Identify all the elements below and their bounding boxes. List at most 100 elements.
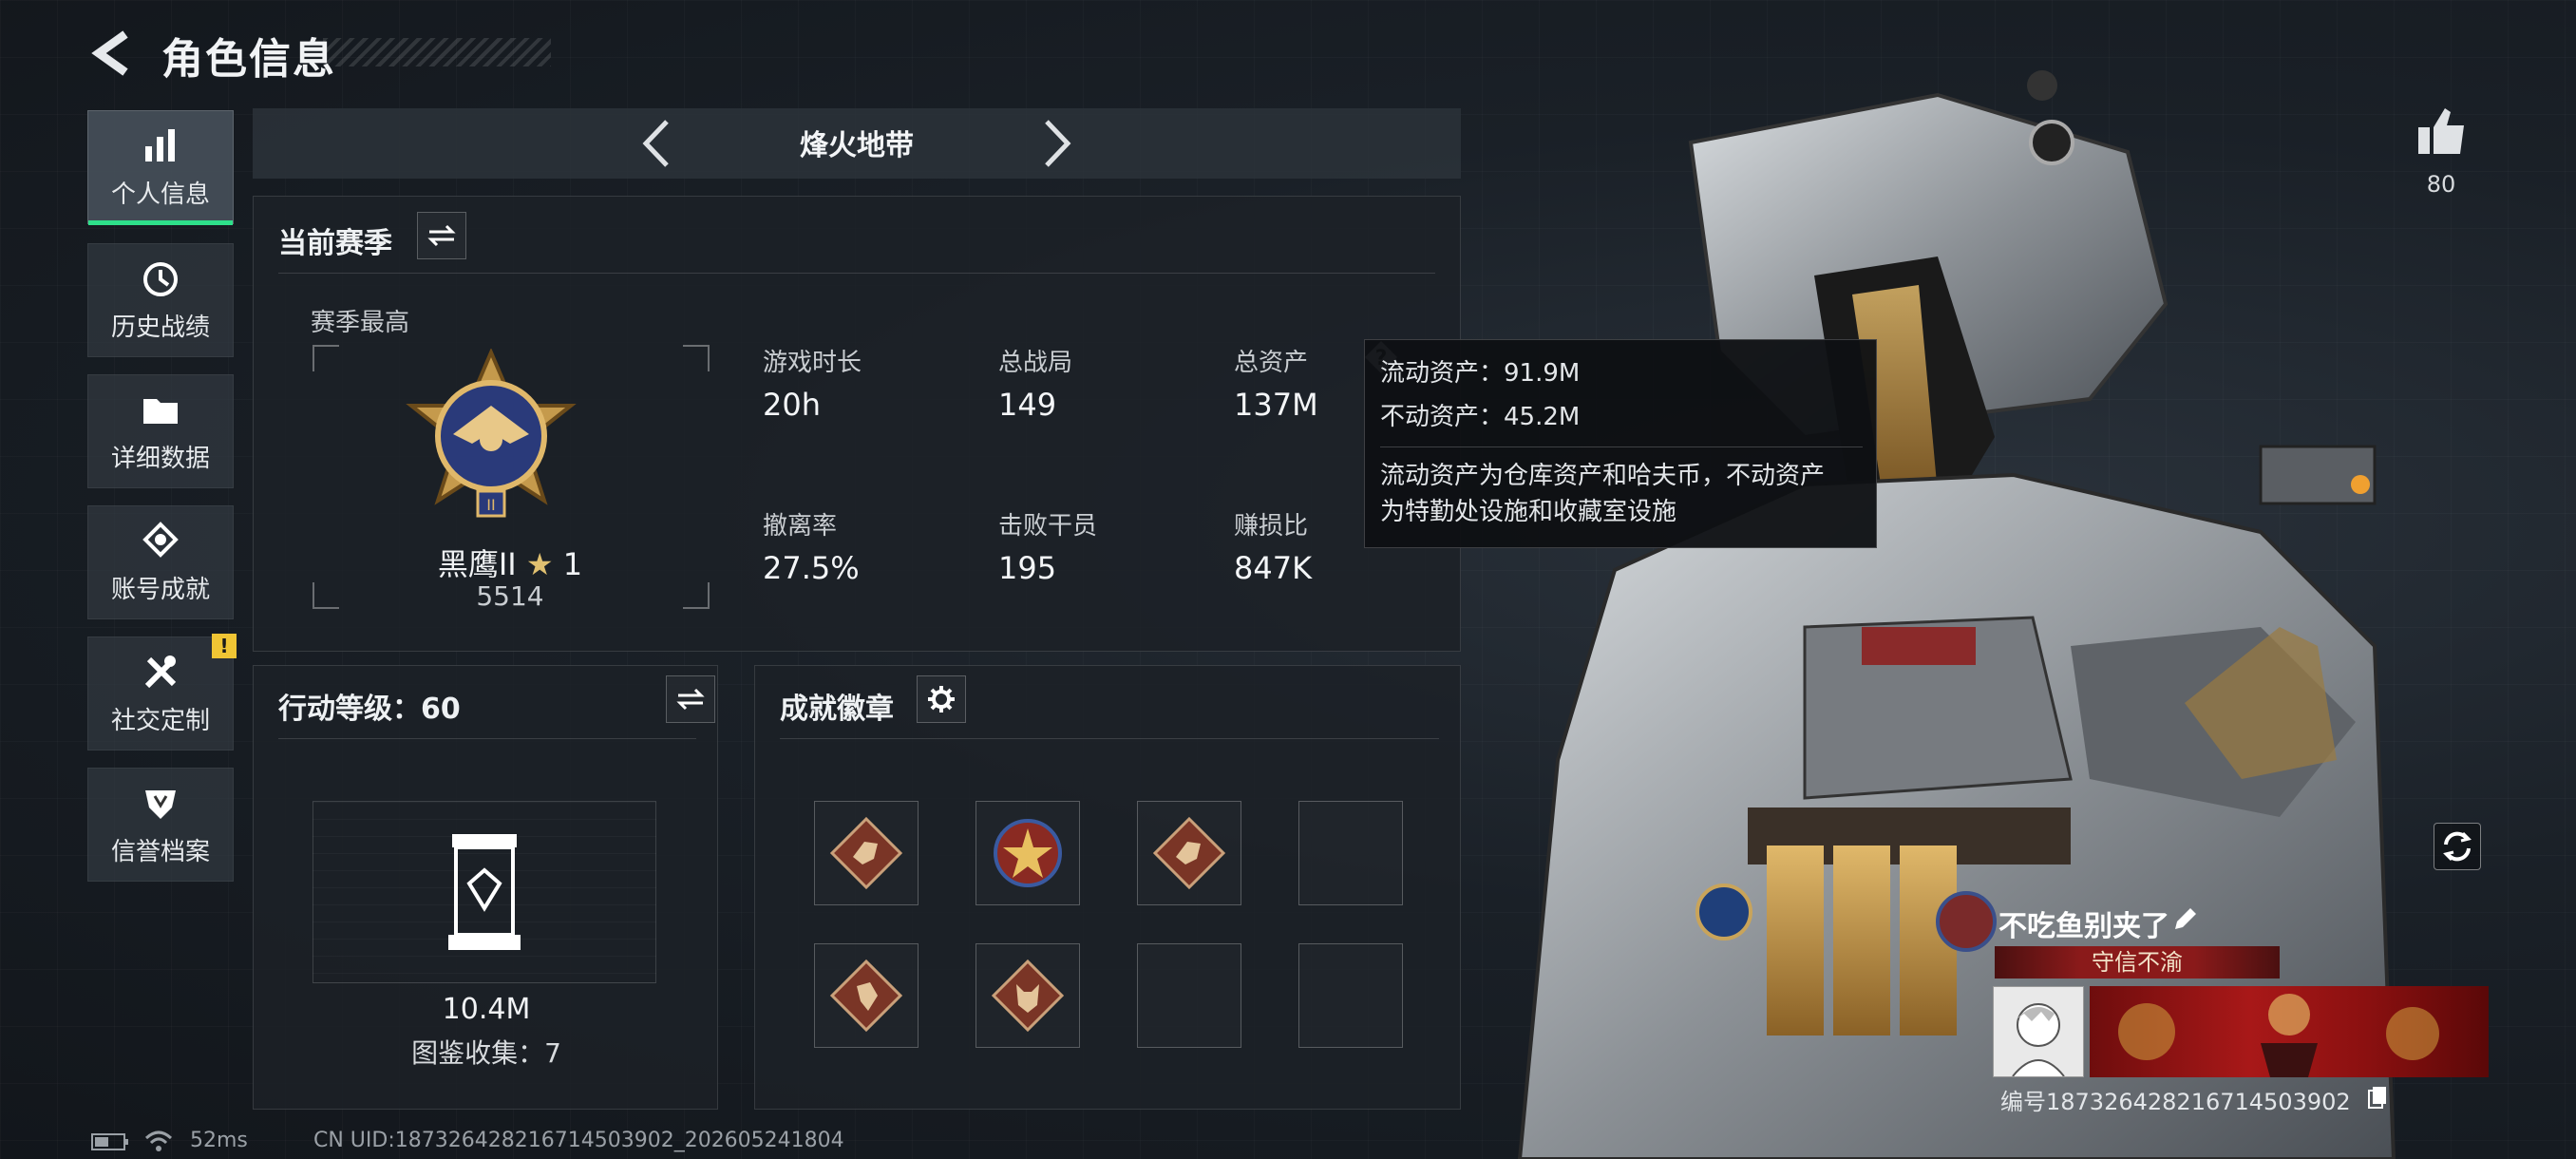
action-level-title: 行动等级：60 <box>278 693 461 726</box>
battery-icon <box>91 1133 128 1150</box>
edit-name-button[interactable] <box>2169 904 2200 935</box>
mode-name: 烽火地带 <box>800 129 914 162</box>
badge-slot-empty[interactable] <box>1137 943 1241 1048</box>
swap-icon <box>676 688 705 711</box>
tooltip-desc-line1: 流动资产为仓库资产和哈夫币，不动资产 <box>1380 462 1826 490</box>
badge-slot-empty[interactable] <box>1298 943 1403 1048</box>
sidebar-item-label: 历史战绩 <box>110 313 210 342</box>
collection-value: 10.4M <box>442 993 531 1026</box>
refresh-button[interactable] <box>2434 823 2481 870</box>
notification-badge: ! <box>212 634 237 658</box>
stat-label-profit-ratio: 赚损比 <box>1234 512 1309 541</box>
star-emblem-badge-icon <box>994 819 1062 887</box>
rank-name: 黑鹰II <box>437 546 517 582</box>
tools-icon <box>144 655 177 688</box>
badge-slot[interactable] <box>975 943 1080 1048</box>
divider <box>1380 446 1863 447</box>
dragon-badge-icon <box>829 816 903 890</box>
season-panel: 当前赛季 赛季最高 II 黑鹰II ★ 1 5514 游戏时长 20h 总战局 … <box>253 196 1461 652</box>
frame-corner <box>313 345 339 371</box>
avatar-image <box>2012 1003 2065 1077</box>
badge-slot[interactable] <box>814 943 919 1048</box>
lantern-pattern-icon <box>2118 994 2439 1077</box>
sidebar-item-label: 个人信息 <box>110 180 210 209</box>
folder-icon <box>143 398 178 424</box>
action-level-panel: 行动等级：60 10.4M 图鉴收集：7 <box>253 665 718 1110</box>
sidebar-item-reputation[interactable]: 信誉档案 <box>87 768 234 882</box>
tooltip-fixed-assets: 不动资产：45.2M <box>1380 403 1581 431</box>
shield-icon <box>145 789 176 819</box>
rank-name-row: 黑鹰II ★ 1 <box>311 541 710 584</box>
wolf-badge-icon <box>991 959 1065 1033</box>
mode-next-button[interactable] <box>1030 112 1083 175</box>
divider <box>278 738 696 739</box>
star-icon: ★ <box>525 546 554 582</box>
copy-icon <box>2368 1087 2386 1109</box>
swap-icon <box>427 224 456 247</box>
badge-slot[interactable] <box>1137 801 1241 905</box>
badge-slot[interactable] <box>975 801 1080 905</box>
page-title: 角色信息 <box>161 35 336 84</box>
mode-prev-button[interactable] <box>631 112 684 175</box>
achievement-settings-button[interactable] <box>917 675 966 723</box>
frame-corner <box>683 345 710 371</box>
refresh-icon <box>2443 831 2472 862</box>
stat-label-assets: 总资产 <box>1234 349 1309 377</box>
rank-stars: 1 <box>562 546 583 582</box>
like-button[interactable] <box>2413 103 2470 160</box>
wifi-icon <box>144 1130 173 1151</box>
stat-value-extract-rate: 27.5% <box>763 550 860 586</box>
badge-slot[interactable] <box>814 801 919 905</box>
display-case-icon <box>448 834 521 950</box>
chevron-right-icon <box>1045 120 1071 167</box>
badge-slot-empty[interactable] <box>1298 801 1403 905</box>
chevron-left-icon <box>91 30 128 76</box>
swap-season-button[interactable] <box>417 212 466 259</box>
achievement-icon <box>142 521 179 558</box>
sidebar-item-label: 社交定制 <box>110 706 210 735</box>
stat-value-matches: 149 <box>998 387 1057 423</box>
history-icon <box>143 261 178 296</box>
swap-action-button[interactable] <box>666 675 715 723</box>
dragon-badge-icon <box>1152 816 1226 890</box>
back-button[interactable] <box>87 27 141 80</box>
tooltip-liquid-assets: 流动资产：91.9M <box>1380 359 1581 388</box>
copy-id-button[interactable] <box>2367 1085 2388 1110</box>
rank-emblem-icon: II <box>406 349 577 518</box>
stat-value-profit-ratio: 847K <box>1234 550 1313 586</box>
collection-display[interactable] <box>313 801 656 983</box>
collection-count: 图鉴收集：7 <box>411 1037 561 1069</box>
sidebar-item-personal-info[interactable]: 个人信息 <box>87 110 234 225</box>
title-decoration <box>323 38 551 66</box>
season-best-label: 赛季最高 <box>311 309 410 337</box>
sidebar-item-history[interactable]: 历史战绩 <box>87 243 234 357</box>
player-name: 不吃鱼别夹了 <box>1998 910 2169 943</box>
sidebar-item-details[interactable]: 详细数据 <box>87 374 234 488</box>
bar-chart-icon <box>145 128 175 162</box>
player-title: 守信不渝 <box>2092 949 2183 976</box>
pencil-icon <box>2175 908 2196 929</box>
divider <box>780 738 1439 739</box>
tooltip-desc-line2: 为特勤处设施和收藏室设施 <box>1380 498 1677 526</box>
achievement-panel: 成就徽章 <box>754 665 1461 1110</box>
stat-label-extract-rate: 撤离率 <box>763 512 838 541</box>
svg-text:II: II <box>486 496 495 514</box>
sidebar-item-label: 账号成就 <box>110 575 210 604</box>
stat-value-playtime: 20h <box>763 387 821 423</box>
gear-icon <box>928 686 955 712</box>
avatar[interactable] <box>1993 986 2084 1077</box>
sidebar-item-achievements[interactable]: 账号成就 <box>87 505 234 619</box>
sidebar-item-label: 信誉档案 <box>110 837 210 866</box>
sidebar-item-social[interactable]: 社交定制 ! <box>87 634 237 750</box>
uid-readout: CN UID:1873264282167145039​02_2026052418… <box>313 1129 844 1152</box>
runner-badge-icon <box>829 959 903 1033</box>
stat-label-playtime: 游戏时长 <box>763 349 862 377</box>
asset-tooltip: 流动资产：91.9M 不动资产：45.2M 流动资产为仓库资产和哈夫币，不动资产… <box>1364 339 1877 548</box>
achievement-title: 成就徽章 <box>780 693 894 726</box>
thumbs-up-icon <box>2418 108 2464 154</box>
stat-label-matches: 总战局 <box>998 349 1073 377</box>
name-card-banner <box>2090 986 2489 1077</box>
sidebar-item-label: 详细数据 <box>110 444 210 473</box>
season-title: 当前赛季 <box>278 227 392 260</box>
stat-value-assets: 137M <box>1234 387 1318 423</box>
